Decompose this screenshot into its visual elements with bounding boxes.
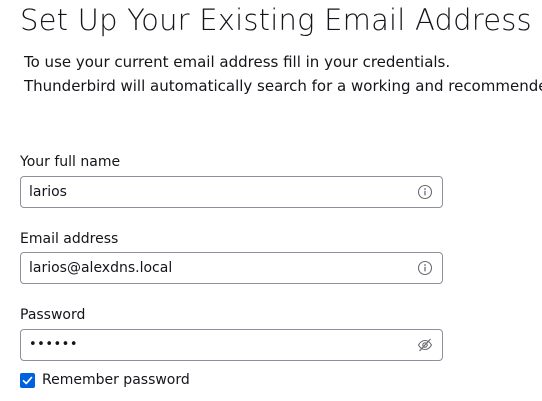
checkmark-icon: [22, 376, 33, 384]
page-title: Set Up Your Existing Email Address: [20, 3, 532, 37]
remember-password-row: Remember password: [20, 371, 190, 389]
email-field[interactable]: larios@alexdns.local: [20, 252, 443, 284]
email-label: Email address: [20, 231, 119, 247]
email-value: larios@alexdns.local: [29, 260, 173, 276]
password-label: Password: [20, 307, 86, 323]
password-field[interactable]: ••••••: [20, 329, 443, 361]
remember-password-label[interactable]: Remember password: [42, 372, 190, 388]
remember-password-checkbox[interactable]: [20, 372, 35, 388]
info-icon[interactable]: [417, 260, 433, 276]
full-name-label: Your full name: [20, 154, 121, 170]
full-name-field[interactable]: larios: [20, 176, 443, 208]
intro-text: To use your current email address fill i…: [24, 50, 542, 98]
eye-slash-icon[interactable]: [417, 337, 433, 353]
intro-line-2: Thunderbird will automatically search fo…: [24, 77, 542, 95]
password-value: ••••••: [29, 337, 79, 352]
account-setup-page: Set Up Your Existing Email Address To us…: [0, 0, 542, 401]
intro-line-1: To use your current email address fill i…: [24, 53, 451, 71]
full-name-value: larios: [29, 184, 67, 200]
info-icon[interactable]: [417, 184, 433, 200]
